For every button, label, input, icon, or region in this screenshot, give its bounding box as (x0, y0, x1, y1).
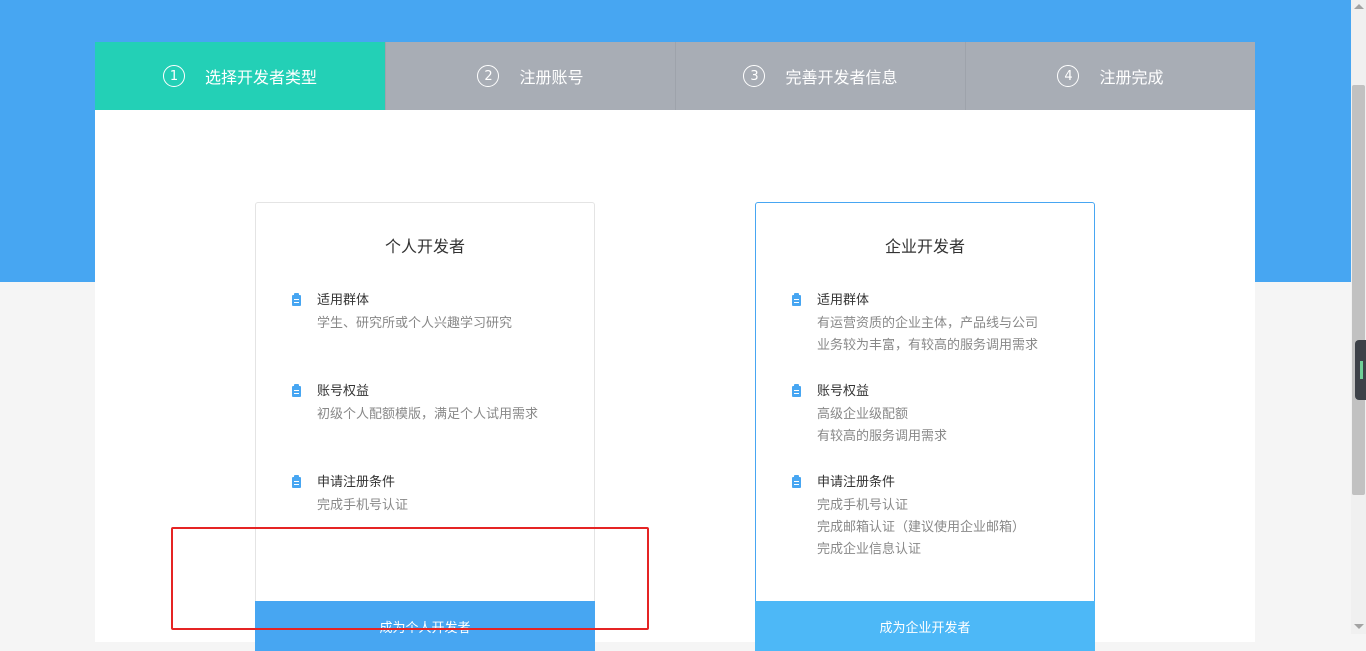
feature-target-group: 适用群体 有运营资质的企业主体，产品线与公司 业务较为丰富，有较高的服务调用需求 (792, 293, 1082, 357)
step-number-1: 1 (162, 65, 185, 87)
feature-description: 初级个人配额模版，满足个人试用需求 (317, 407, 539, 422)
step-label-2: 注册账号 (519, 68, 584, 87)
feature-description: 有运营资质的企业主体，产品线与公司 (817, 316, 1039, 331)
feature-account-benefits: 账号权益 高级企业级配额 有较高的服务调用需求 (792, 384, 1082, 448)
step-1: 1 选择开发者类型 (95, 42, 385, 110)
personal-developer-card: 个人开发者 适用群体 学生、研究所或个人兴趣学习研究 账号权益 初级个人配额模版… (255, 202, 595, 651)
card-title-personal: 个人开发者 (384, 237, 465, 256)
feature-title: 申请注册条件 (817, 475, 896, 490)
feature-description: 完成手机号认证 (817, 498, 909, 513)
feature-target-group: 适用群体 学生、研究所或个人兴趣学习研究 (292, 293, 582, 335)
feature-title: 适用群体 (317, 293, 370, 308)
feature-description: 业务较为丰富，有较高的服务调用需求 (817, 338, 1039, 353)
scrollbar-thumb[interactable] (1352, 85, 1365, 495)
registration-panel: 1 选择开发者类型 2 注册账号 3 完善开发者信息 4 注册完成 个人开发者 … (95, 42, 1255, 651)
side-float-widget[interactable] (1355, 340, 1366, 400)
step-2: 2 注册账号 (385, 42, 675, 110)
step-label-4: 注册完成 (1099, 68, 1164, 87)
feature-registration-requirements: 申请注册条件 完成手机号认证 完成邮箱认证（建议使用企业邮箱） 完成企业信息认证 (792, 475, 1082, 561)
feature-account-benefits: 账号权益 初级个人配额模版，满足个人试用需求 (292, 384, 582, 426)
feature-title: 账号权益 (817, 384, 870, 399)
feature-title: 适用群体 (817, 293, 870, 308)
feature-title: 申请注册条件 (317, 475, 396, 490)
step-progress-bar: 1 选择开发者类型 2 注册账号 3 完善开发者信息 4 注册完成 (95, 42, 1255, 110)
step-number-2: 2 (477, 65, 500, 87)
document-icon (792, 293, 801, 306)
step-number-3: 3 (743, 65, 766, 87)
step-3: 3 完善开发者信息 (675, 42, 965, 110)
feature-registration-requirements: 申请注册条件 完成手机号认证 (292, 475, 582, 517)
feature-title: 账号权益 (317, 384, 370, 399)
document-icon (292, 293, 301, 306)
feature-description: 有较高的服务调用需求 (817, 429, 948, 444)
feature-description: 完成企业信息认证 (817, 542, 922, 557)
scroll-down-arrow-icon[interactable] (1354, 624, 1364, 629)
card-title-enterprise: 企业开发者 (884, 237, 965, 256)
feature-description: 完成手机号认证 (317, 498, 409, 513)
become-enterprise-developer-button[interactable]: 成为企业开发者 (755, 601, 1095, 651)
widget-indicator-icon (1360, 361, 1363, 379)
step-label-3: 完善开发者信息 (785, 68, 898, 87)
become-personal-developer-button[interactable]: 成为个人开发者 (255, 601, 595, 651)
step-number-4: 4 (1057, 65, 1080, 87)
document-icon (292, 384, 301, 397)
document-icon (792, 384, 801, 397)
document-icon (292, 475, 301, 488)
feature-description: 学生、研究所或个人兴趣学习研究 (317, 316, 513, 331)
document-icon (792, 475, 801, 488)
step-4: 4 注册完成 (965, 42, 1255, 110)
scroll-up-arrow-icon[interactable] (1354, 4, 1364, 9)
step-label-1: 选择开发者类型 (204, 68, 317, 87)
enterprise-developer-card: 企业开发者 适用群体 有运营资质的企业主体，产品线与公司 业务较为丰富，有较高的… (755, 202, 1095, 651)
feature-description: 高级企业级配额 (817, 407, 909, 422)
feature-description: 完成邮箱认证（建议使用企业邮箱） (817, 520, 1026, 535)
